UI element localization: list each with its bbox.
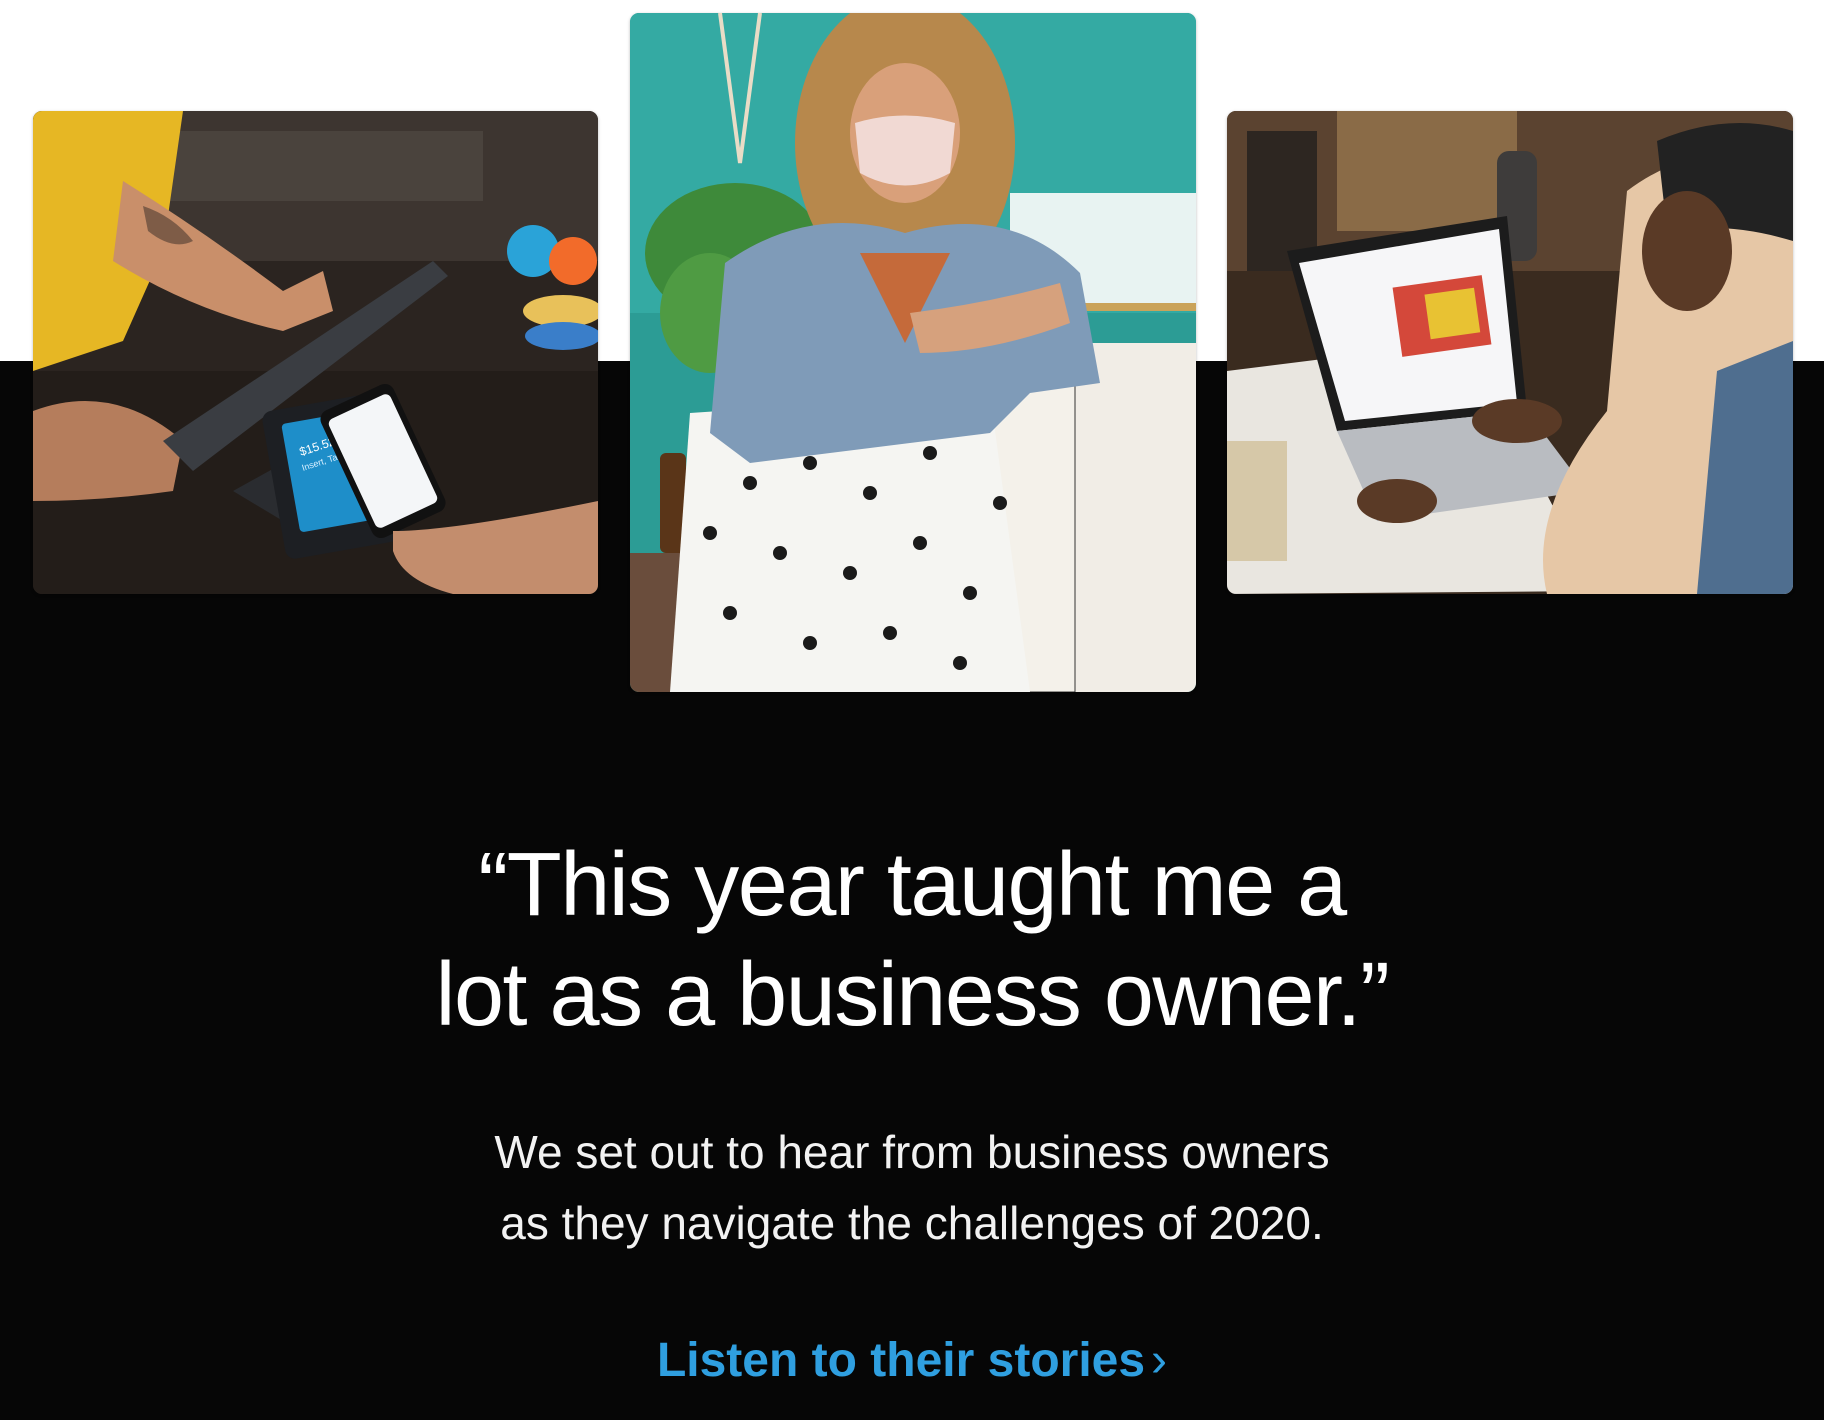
owner-using-laptop-photo bbox=[1227, 111, 1793, 594]
intro-line-1: We set out to hear from business owners bbox=[494, 1126, 1330, 1178]
intro-line-2: as they navigate the challenges of 2020. bbox=[500, 1197, 1324, 1249]
cta-label: Listen to their stories bbox=[656, 1334, 1146, 1387]
testimonial-headline: “This year taught me a lot as a business… bbox=[0, 830, 1824, 1050]
intro-paragraph: We set out to hear from business owners … bbox=[0, 1117, 1824, 1259]
headline-line-2: lot as a business owner.” bbox=[435, 945, 1390, 1045]
listen-to-stories-link[interactable]: Listen to their stories › bbox=[0, 1333, 1824, 1388]
business-owner-in-mask-photo bbox=[630, 13, 1196, 692]
customer-paying-with-phone-photo: $15.52 Insert, Tap or Swipe bbox=[33, 111, 598, 594]
headline-line-1: “This year taught me a bbox=[478, 835, 1347, 935]
chevron-right-icon: › bbox=[1151, 1334, 1168, 1387]
